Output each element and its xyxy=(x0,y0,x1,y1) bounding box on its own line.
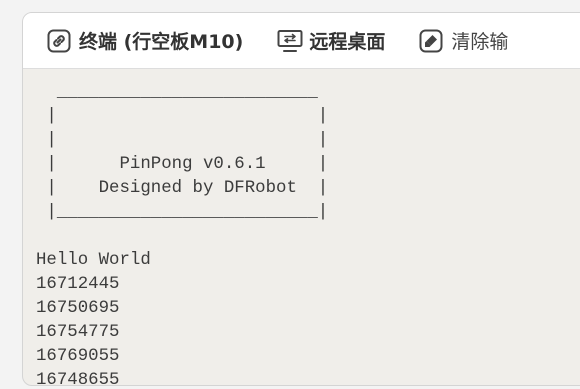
output-line: 16750695 xyxy=(36,299,120,318)
terminal-panel: 终端 (行空板M10) 远程桌面 清除输 ___________________… xyxy=(22,12,580,386)
output-line: 16712445 xyxy=(36,275,120,294)
terminal-tab-button[interactable]: 终端 (行空板M10) xyxy=(47,13,243,68)
banner-line: | Designed by DFRobot | xyxy=(36,179,329,198)
output-line: 16769055 xyxy=(36,347,120,366)
link-icon xyxy=(47,29,71,53)
toolbar: 终端 (行空板M10) 远程桌面 清除输 xyxy=(23,13,580,69)
banner-line: |_________________________| xyxy=(36,203,329,222)
banner-line: | PinPong v0.6.1 | xyxy=(36,155,329,174)
terminal-tab-label: 终端 (行空板M10) xyxy=(79,31,244,53)
remote-desktop-button[interactable]: 远程桌面 xyxy=(277,13,385,68)
console-output[interactable]: _________________________ | | | | | PinP… xyxy=(36,81,566,385)
output-line: 16754775 xyxy=(36,323,120,342)
output-line: Hello World xyxy=(36,251,151,270)
clear-output-label: 清除输 xyxy=(451,31,509,53)
clear-output-button[interactable]: 清除输 xyxy=(419,13,508,68)
banner-line: | | xyxy=(36,131,329,150)
banner-line: _________________________ xyxy=(36,83,318,102)
output-line: 16748655 xyxy=(36,371,120,386)
eraser-icon xyxy=(419,29,443,53)
remote-desktop-label: 远程桌面 xyxy=(309,31,386,53)
banner-line: | | xyxy=(36,107,329,126)
monitor-icon xyxy=(277,29,303,53)
